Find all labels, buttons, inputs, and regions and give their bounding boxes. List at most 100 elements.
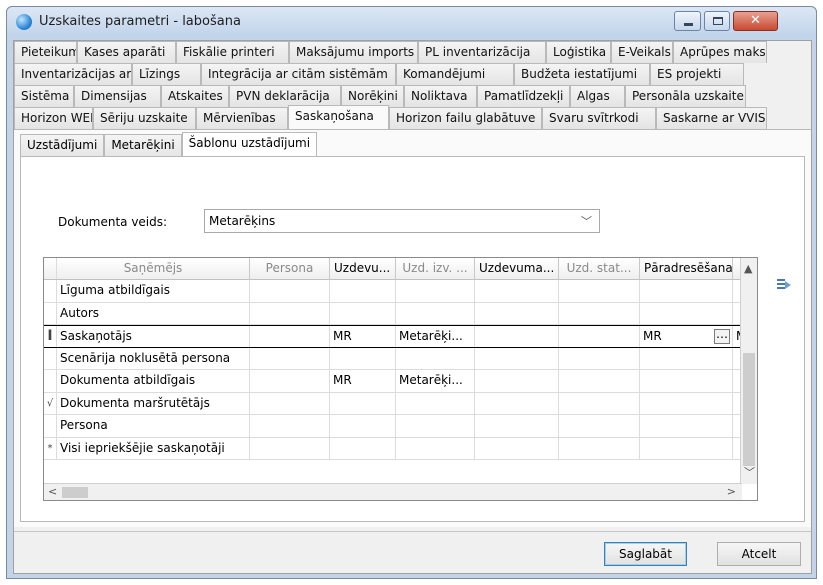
column-header[interactable]: Pāradresēšana: [640, 258, 733, 280]
table-cell[interactable]: [250, 415, 330, 437]
tab-lo-istika[interactable]: Loģistika: [546, 41, 611, 63]
tab-es-projekti[interactable]: ES projekti: [650, 63, 744, 85]
subtab-uzst-d-jumi[interactable]: Uzstādījumi: [20, 134, 105, 156]
column-header[interactable]: Persona: [250, 258, 330, 280]
column-header[interactable]: Uzdevu...: [330, 258, 396, 280]
table-cell[interactable]: [250, 437, 330, 459]
column-chooser-icon[interactable]: [776, 277, 792, 293]
tab-atskaites[interactable]: Atskaites: [161, 85, 229, 107]
table-cell[interactable]: [559, 280, 640, 302]
maximize-button[interactable]: [704, 11, 730, 31]
horizontal-scroll-thumb[interactable]: [62, 487, 88, 498]
table-cell[interactable]: [396, 302, 475, 324]
tab-pieteikumi[interactable]: Pieteikumi: [14, 41, 77, 63]
subtab-metar-ini[interactable]: Metarēķini: [104, 134, 182, 156]
table-row[interactable]: Autors: [44, 302, 757, 325]
scroll-down-icon[interactable]: ﹀: [744, 464, 755, 480]
table-cell[interactable]: Metarēķi...: [396, 370, 475, 392]
tab-nor-ini[interactable]: Norēķini: [341, 85, 404, 107]
table-cell[interactable]: Autors: [57, 302, 250, 324]
tab-algas[interactable]: Algas: [570, 85, 625, 107]
tab-sist-ma[interactable]: Sistēma: [14, 85, 74, 107]
table-row[interactable]: √ Dokumenta maršrutētājs: [44, 392, 757, 415]
table-cell[interactable]: [559, 392, 640, 414]
tab-dimensijas[interactable]: Dimensijas: [74, 85, 161, 107]
table-cell[interactable]: [250, 370, 330, 392]
table-cell[interactable]: [475, 392, 559, 414]
save-button[interactable]: Saglabāt: [604, 542, 687, 566]
table-row[interactable]: * Visi iepriekšējie saskaņotāji: [44, 437, 757, 460]
table-cell[interactable]: [475, 302, 559, 324]
table-cell[interactable]: [640, 392, 733, 414]
tab-fisk-lie-printeri[interactable]: Fiskālie printeri: [176, 41, 289, 63]
tab-horizon-failu-glab-tuve[interactable]: Horizon failu glabātuve: [389, 107, 542, 129]
tab-s-riju-uzskaite[interactable]: Sēriju uzskaite: [93, 107, 196, 129]
table-cell[interactable]: [640, 280, 733, 302]
tab-pamatl-dzek-i[interactable]: Pamatlīdzekļi: [477, 85, 570, 107]
cancel-button[interactable]: Atcelt: [717, 542, 801, 566]
table-cell[interactable]: [640, 302, 733, 324]
table-cell[interactable]: [330, 415, 396, 437]
table-cell[interactable]: [330, 280, 396, 302]
table-cell[interactable]: [640, 370, 733, 392]
table-cell[interactable]: [250, 392, 330, 414]
column-header[interactable]: Uzd. izv. ...: [396, 258, 475, 280]
document-type-select[interactable]: Metarēķins ﹀: [204, 209, 600, 233]
minimize-button[interactable]: [674, 11, 701, 31]
tab-person-la-uzskaite[interactable]: Personāla uzskaite: [625, 85, 746, 107]
table-cell[interactable]: [640, 437, 733, 459]
tab-maks-jumu-imports[interactable]: Maksājumu imports: [289, 41, 418, 63]
scroll-up-icon[interactable]: ▲: [744, 262, 752, 275]
table-cell[interactable]: Saskaņotājs: [57, 326, 250, 347]
tab-noliktava[interactable]: Noliktava: [404, 85, 477, 107]
tab-komand-jumi[interactable]: Komandējumi: [396, 63, 514, 85]
table-cell[interactable]: [475, 437, 559, 459]
table-cell[interactable]: [475, 280, 559, 302]
table-cell[interactable]: [396, 280, 475, 302]
tab-horizon-web[interactable]: Horizon WEB: [14, 107, 93, 129]
table-cell[interactable]: Līguma atbildīgais: [57, 280, 250, 302]
table-cell[interactable]: [559, 302, 640, 324]
table-cell[interactable]: [396, 392, 475, 414]
horizontal-scrollbar[interactable]: < >: [44, 483, 742, 500]
tab-kases-apar-ti[interactable]: Kases aparāti: [77, 41, 176, 63]
tab-apr-pes-maksas[interactable]: Aprūpes maksas: [673, 41, 767, 63]
table-cell[interactable]: MR: [330, 326, 396, 347]
table-cell[interactable]: [559, 370, 640, 392]
table-cell[interactable]: Persona: [57, 415, 250, 437]
column-header[interactable]: Saņēmējs: [57, 258, 250, 280]
table-row[interactable]: Scenārija noklusētā persona: [44, 347, 757, 370]
table-cell[interactable]: [250, 326, 330, 347]
table-row[interactable]: ISaskaņotājsMRMetarēķi...MR…M: [44, 325, 757, 348]
tab-e-veikals[interactable]: E-Veikals: [611, 41, 673, 63]
column-header[interactable]: Uzdevuma...: [475, 258, 559, 280]
table-cell[interactable]: [330, 437, 396, 459]
vertical-scroll-thumb[interactable]: [743, 353, 755, 466]
table-cell[interactable]: [559, 415, 640, 437]
column-header[interactable]: Uzd. stat...: [559, 258, 640, 280]
tab-inventariz-cijas-ar-pda[interactable]: Inventarizācijas ar PDA: [14, 63, 132, 85]
tab-pvn-deklar-cija[interactable]: PVN deklarācija: [229, 85, 341, 107]
table-cell[interactable]: [559, 347, 640, 369]
table-cell[interactable]: Scenārija noklusētā persona: [57, 347, 250, 369]
table-cell[interactable]: MR: [330, 370, 396, 392]
table-cell[interactable]: [475, 326, 559, 347]
table-cell[interactable]: Dokumenta atbildīgais: [57, 370, 250, 392]
table-cell[interactable]: [396, 437, 475, 459]
tab-pl-inventariz-cija[interactable]: PL inventarizācija: [418, 41, 546, 63]
table-cell[interactable]: Metarēķi...: [396, 326, 475, 347]
table-row[interactable]: Persona: [44, 415, 757, 438]
tab-saska-o-ana[interactable]: Saskaņošana: [288, 105, 389, 129]
table-cell[interactable]: [250, 302, 330, 324]
table-cell[interactable]: MR…: [640, 326, 733, 347]
tab-saskarne-ar-vvis[interactable]: Saskarne ar VVIS: [656, 107, 767, 129]
subtab--ablonu-uzst-d-jumi[interactable]: Šablonu uzstādījumi: [181, 132, 318, 156]
table-cell[interactable]: [396, 415, 475, 437]
scroll-right-icon[interactable]: >: [727, 485, 736, 498]
table-cell[interactable]: [250, 280, 330, 302]
ellipsis-icon[interactable]: …: [714, 328, 730, 344]
scroll-left-icon[interactable]: <: [48, 485, 57, 498]
table-cell[interactable]: [475, 370, 559, 392]
table-row[interactable]: Līguma atbildīgais: [44, 280, 757, 303]
tab-integr-cija-ar-cit-m-sist-m-m[interactable]: Integrācija ar citām sistēmām: [201, 63, 396, 85]
